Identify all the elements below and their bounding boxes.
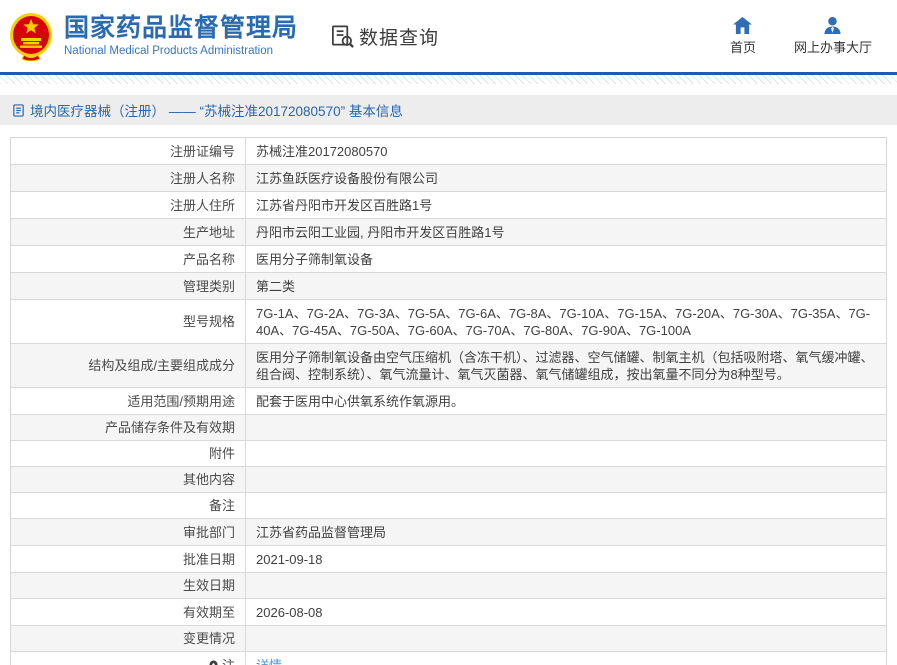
data-query-label: 数据查询 xyxy=(359,27,440,49)
row-label-text: 产品名称 xyxy=(182,251,235,267)
table-row: 有效期至 2026-08-08 xyxy=(11,599,886,626)
row-label-text: 注册人住所 xyxy=(169,197,235,213)
hatch-band xyxy=(0,75,897,84)
table-row: 产品储存条件及有效期 xyxy=(11,415,886,441)
table-row: 注册证编号 苏械注准20172080570 xyxy=(11,138,886,165)
nav-service-hall-label: 网上办事大厅 xyxy=(793,39,872,55)
row-label: 注册证编号 xyxy=(11,138,246,164)
row-label: 备注 xyxy=(11,493,246,518)
row-label: 管理类别 xyxy=(11,273,246,299)
row-label-text: 审批部门 xyxy=(182,524,235,540)
row-label: 注册人名称 xyxy=(11,165,246,191)
row-label: 其他内容 xyxy=(11,467,246,492)
row-label: 结构及组成/主要组成成分 xyxy=(11,344,246,387)
row-label-text: 变更情况 xyxy=(182,631,235,646)
row-value: 配套于医用中心供氧系统作氧源用。 xyxy=(256,394,465,409)
row-label-text: 注 xyxy=(221,657,235,665)
table-row: 结构及组成/主要组成成分 医用分子筛制氧设备由空气压缩机（含冻干机）、过滤器、空气… xyxy=(11,344,886,388)
table-row: 型号规格 7G-1A、7G-2A、7G-3A、7G-5A、7G-6A、7G-8A、… xyxy=(11,300,886,344)
row-value xyxy=(246,573,886,598)
table-row: 产品名称 医用分子筛制氧设备 xyxy=(11,246,886,273)
detail-link[interactable]: 详情 xyxy=(256,658,282,665)
row-label-text: 产品储存条件及有效期 xyxy=(104,420,235,435)
row-label-text: 注册人名称 xyxy=(169,170,235,186)
row-value xyxy=(246,415,886,440)
person-icon xyxy=(823,16,842,34)
row-label: 变更情况 xyxy=(11,626,246,651)
header-nav: 首页 网上办事大厅 xyxy=(729,16,872,56)
brand-title: 国家药品监督管理局 xyxy=(64,13,299,42)
table-row: 注 详情 xyxy=(11,652,886,665)
table-row: 其他内容 xyxy=(11,467,886,493)
row-value: 2026-08-08 xyxy=(256,605,323,620)
data-query-icon xyxy=(330,24,355,49)
row-label-text: 型号规格 xyxy=(182,314,235,329)
row-value xyxy=(246,467,886,492)
row-value: 江苏鱼跃医疗设备股份有限公司 xyxy=(256,171,439,186)
table-row: 管理类别 第二类 xyxy=(11,273,886,300)
row-value: 详情 xyxy=(246,652,886,665)
row-label: 型号规格 xyxy=(11,300,246,343)
row-value: 丹阳市云阳工业园, 丹阳市开发区百胜路1号 xyxy=(256,225,505,240)
row-label-text: 批准日期 xyxy=(182,551,235,567)
home-icon xyxy=(733,16,753,34)
row-label-text: 附件 xyxy=(208,446,235,461)
table-row: 生产地址 丹阳市云阳工业园, 丹阳市开发区百胜路1号 xyxy=(11,219,886,246)
breadcrumb-title-bar: 境内医疗器械（注册） —— “苏械注准20172080570” 基本信息 xyxy=(0,95,897,125)
row-label-text: 其他内容 xyxy=(182,472,235,487)
table-row: 备注 xyxy=(11,493,886,519)
row-label-text: 生产地址 xyxy=(182,224,235,240)
row-value: 医用分子筛制氧设备 xyxy=(256,252,374,267)
table-row: 适用范围/预期用途 配套于医用中心供氧系统作氧源用。 xyxy=(11,388,886,415)
table-row: 注册人名称 江苏鱼跃医疗设备股份有限公司 xyxy=(11,165,886,192)
row-label-text: 注册证编号 xyxy=(169,143,235,159)
row-label-text: 生效日期 xyxy=(182,578,235,593)
table-row: 注册人住所 江苏省丹阳市开发区百胜路1号 xyxy=(11,192,886,219)
nav-home[interactable]: 首页 xyxy=(729,16,756,56)
row-value xyxy=(246,493,886,518)
row-label-text: 管理类别 xyxy=(182,278,235,294)
row-label: 注册人住所 xyxy=(11,192,246,218)
document-icon xyxy=(12,103,25,117)
data-query[interactable]: 数据查询 xyxy=(330,23,439,50)
row-label: 有效期至 xyxy=(11,599,246,625)
row-value: 第二类 xyxy=(256,279,296,294)
row-label: 产品储存条件及有效期 xyxy=(11,415,246,440)
row-value xyxy=(246,441,886,466)
info-table: 注册证编号 苏械注准20172080570 注册人名称 江苏鱼跃医疗设备股份有限公司注… xyxy=(10,137,887,665)
row-label: 注 xyxy=(11,652,246,665)
row-value: 苏械注准20172080570 xyxy=(256,144,388,159)
row-label-text: 有效期至 xyxy=(182,604,235,620)
row-label: 审批部门 xyxy=(11,519,246,545)
row-label: 批准日期 xyxy=(11,546,246,572)
brand: 国家药品监督管理局 National Medical Products Admi… xyxy=(64,14,298,59)
row-label: 生产地址 xyxy=(11,219,246,245)
national-emblem-icon xyxy=(8,11,54,61)
row-value: 7G-1A、7G-2A、7G-3A、7G-5A、7G-6A、7G-8A、7G-1… xyxy=(256,306,871,338)
row-label-text: 备注 xyxy=(208,498,235,513)
table-row: 生效日期 xyxy=(11,573,886,599)
page-title: 境内医疗器械（注册） —— “苏械注准20172080570” 基本信息 xyxy=(30,104,403,119)
nav-home-label: 首页 xyxy=(729,39,756,55)
table-row: 批准日期 2021-09-18 xyxy=(11,546,886,573)
brand-subtitle: National Medical Products Administration xyxy=(64,44,274,57)
table-row: 附件 xyxy=(11,441,886,467)
row-value: 江苏省丹阳市开发区百胜路1号 xyxy=(256,198,433,213)
row-label-text: 结构及组成/主要组成成分 xyxy=(88,358,235,373)
row-value: 医用分子筛制氧设备由空气压缩机（含冻干机）、过滤器、空气储罐、制氧主机（包括吸附… xyxy=(256,350,874,382)
page-header: 国家药品监督管理局 National Medical Products Admi… xyxy=(0,0,897,72)
row-value xyxy=(246,626,886,651)
row-label: 附件 xyxy=(11,441,246,466)
row-label: 产品名称 xyxy=(11,246,246,272)
row-label-text: 适用范围/预期用途 xyxy=(127,393,235,409)
row-label: 适用范围/预期用途 xyxy=(11,388,246,414)
note-pin-icon xyxy=(208,660,219,665)
nav-service-hall[interactable]: 网上办事大厅 xyxy=(793,16,872,56)
row-value: 江苏省药品监督管理局 xyxy=(256,525,387,540)
row-label: 生效日期 xyxy=(11,573,246,598)
table-row: 审批部门 江苏省药品监督管理局 xyxy=(11,519,886,546)
row-value: 2021-09-18 xyxy=(256,552,323,567)
table-row: 变更情况 xyxy=(11,626,886,652)
